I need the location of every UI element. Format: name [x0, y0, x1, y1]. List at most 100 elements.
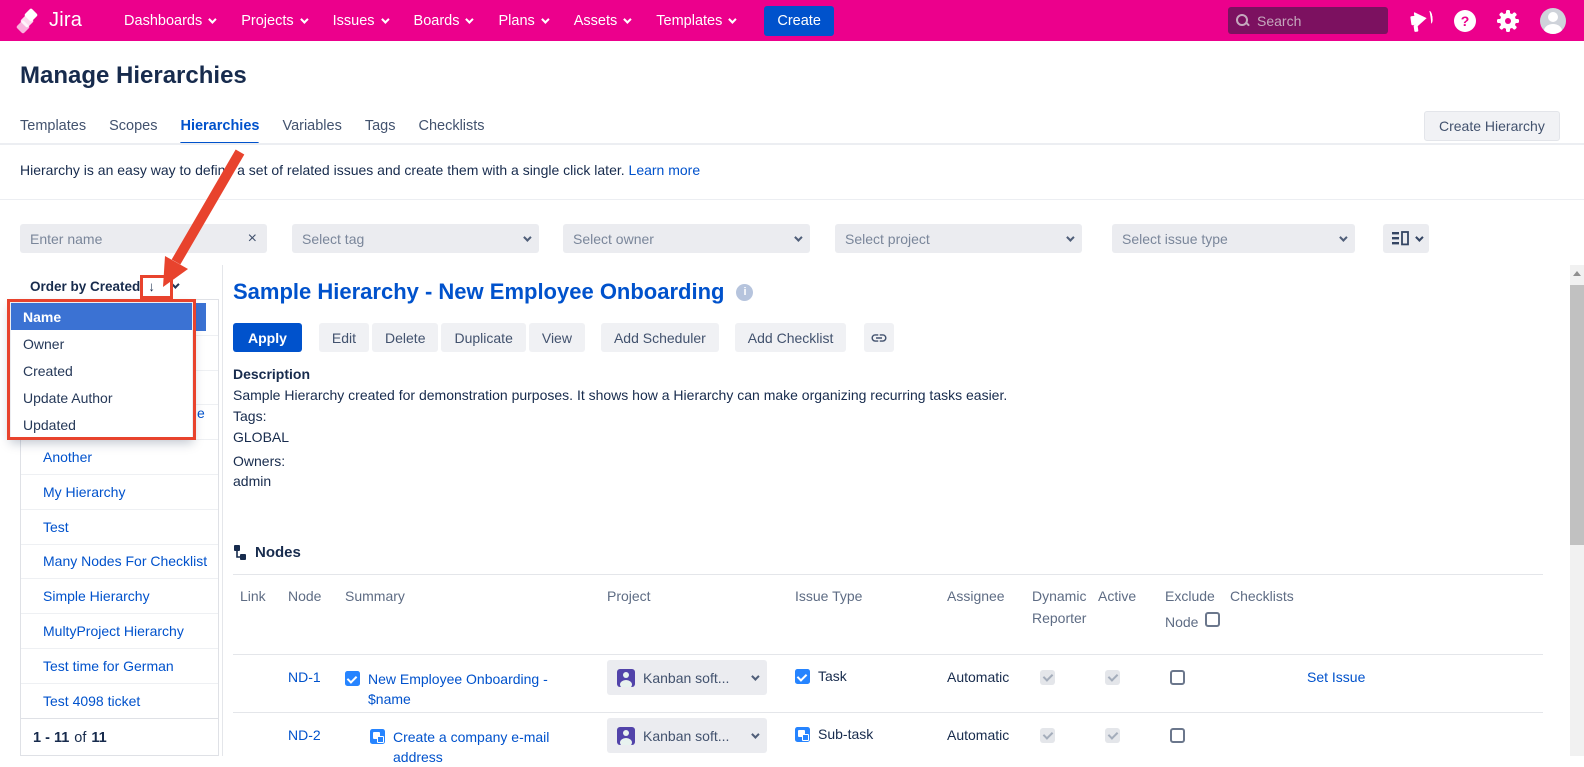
- exclude-node-cell: [1165, 660, 1230, 688]
- detail-toolbar: Apply Edit Delete Duplicate View Add Sch…: [233, 323, 894, 352]
- col-issue-type: Issue Type: [795, 585, 947, 633]
- tags-value: GLOBAL: [233, 429, 289, 445]
- table-row: ND-2 Create a company e-mail address Kan…: [233, 718, 1543, 767]
- list-item[interactable]: Test: [21, 509, 218, 544]
- owners-value: admin: [233, 473, 271, 489]
- project-cell: Kanban soft...: [607, 718, 795, 753]
- dynamic-reporter-cell: [1032, 660, 1098, 688]
- edit-button[interactable]: Edit: [319, 323, 369, 352]
- chevron-down-icon: [751, 672, 759, 680]
- scrollbar-thumb[interactable]: [1570, 285, 1584, 545]
- delete-button[interactable]: Delete: [372, 323, 438, 352]
- list-item[interactable]: My Hierarchy: [21, 474, 218, 509]
- hierarchy-detail: Sample Hierarchy - New Employee Onboardi…: [233, 0, 1553, 756]
- subtask-icon: [370, 729, 385, 744]
- set-issue-link[interactable]: Set Issue: [1230, 660, 1365, 685]
- project-avatar: [617, 727, 635, 745]
- chain-link-icon: [870, 329, 888, 347]
- subtask-icon: [795, 727, 810, 742]
- checklists-cell: Set Issue: [1230, 660, 1543, 685]
- exclude-all-checkbox[interactable]: [1205, 612, 1220, 627]
- apply-button[interactable]: Apply: [233, 323, 302, 352]
- nodes-table-header: Link Node Summary Project Issue Type Ass…: [233, 585, 1543, 633]
- annotation-box-menu: [7, 299, 196, 440]
- scroll-up-arrow-icon[interactable]: [1573, 271, 1581, 276]
- issue-type-cell: Task: [795, 660, 947, 684]
- order-by-label[interactable]: Order by Created: [30, 279, 140, 294]
- project-select[interactable]: Kanban soft...: [607, 718, 767, 753]
- add-scheduler-button[interactable]: Add Scheduler: [601, 323, 719, 352]
- list-item[interactable]: Test time for German: [21, 648, 218, 683]
- active-checkbox: [1105, 670, 1120, 685]
- pagination: 1 - 11 of 11: [21, 718, 218, 758]
- assignee-cell: Automatic: [947, 660, 1032, 685]
- project-select[interactable]: Kanban soft...: [607, 660, 767, 695]
- exclude-node-cell: [1165, 718, 1230, 746]
- summary-link[interactable]: Create a company e-mail address: [393, 727, 593, 767]
- page-title: Manage Hierarchies: [20, 62, 247, 90]
- active-checkbox: [1105, 728, 1120, 743]
- sidebar-divider: [222, 265, 223, 756]
- owners-label: Owners:: [233, 453, 285, 469]
- summary-cell: Create a company e-mail address: [345, 718, 607, 767]
- node-key-link[interactable]: ND-2: [288, 718, 345, 743]
- vertical-scrollbar[interactable]: [1570, 265, 1584, 756]
- project-avatar: [617, 669, 635, 687]
- covered-list-text-fragment: e: [197, 405, 205, 421]
- active-cell: [1098, 718, 1165, 746]
- node-key-link[interactable]: ND-1: [288, 660, 345, 685]
- hierarchy-title: Sample Hierarchy - New Employee Onboardi…: [233, 279, 753, 305]
- tab-templates[interactable]: Templates: [20, 118, 86, 143]
- copy-link-button[interactable]: [864, 323, 894, 352]
- issue-type-cell: Sub-task: [795, 718, 947, 742]
- name-filter-input[interactable]: Enter name ×: [20, 224, 267, 253]
- table-divider: [233, 712, 1543, 713]
- description-text: Sample Hierarchy created for demonstrati…: [233, 387, 1007, 403]
- list-item[interactable]: Many Nodes For Checklist: [21, 544, 218, 579]
- col-active: Active: [1098, 585, 1165, 633]
- nodes-section-header: Nodes: [233, 544, 301, 561]
- name-filter-placeholder: Enter name: [30, 231, 102, 247]
- info-icon[interactable]: i: [736, 284, 753, 301]
- col-summary: Summary: [345, 585, 607, 633]
- task-icon: [795, 669, 810, 684]
- jira-logo[interactable]: Jira: [18, 9, 82, 33]
- project-cell: Kanban soft...: [607, 660, 795, 695]
- col-exclude-node: Exclude Node: [1165, 585, 1230, 633]
- list-item[interactable]: Another: [21, 439, 218, 474]
- col-node: Node: [288, 585, 345, 633]
- list-item[interactable]: MultyProject Hierarchy: [21, 613, 218, 648]
- tree-icon: [233, 545, 248, 560]
- summary-link[interactable]: New Employee Onboarding - $name: [368, 669, 568, 709]
- col-assignee: Assignee: [947, 585, 1032, 633]
- table-row: ND-1 New Employee Onboarding - $name Kan…: [233, 660, 1543, 709]
- tags-label: Tags:: [233, 408, 266, 424]
- duplicate-button[interactable]: Duplicate: [441, 323, 525, 352]
- list-item[interactable]: Simple Hierarchy: [21, 578, 218, 613]
- table-divider: [233, 654, 1543, 655]
- action-button-group: Edit Delete Duplicate View: [319, 323, 585, 352]
- nav-dashboards[interactable]: Dashboards: [124, 13, 214, 29]
- pagination-range: 1 - 11: [33, 730, 69, 746]
- pagination-total: 11: [91, 730, 106, 746]
- view-button[interactable]: View: [529, 323, 585, 352]
- col-project: Project: [607, 585, 795, 633]
- jira-logo-icon: [18, 9, 42, 33]
- assignee-cell: Automatic: [947, 718, 1032, 743]
- dynamic-reporter-checkbox: [1040, 670, 1055, 685]
- brand-name: Jira: [49, 9, 82, 32]
- col-checklists: Checklists: [1230, 585, 1543, 633]
- exclude-node-checkbox[interactable]: [1170, 670, 1185, 685]
- summary-cell: New Employee Onboarding - $name: [345, 660, 607, 709]
- chevron-down-icon: [751, 730, 759, 738]
- table-divider: [233, 574, 1543, 575]
- annotation-box-chevron: [140, 275, 173, 299]
- list-item[interactable]: Test 4098 ticket: [21, 683, 218, 718]
- chevron-down-icon: [208, 15, 216, 23]
- col-dynamic-reporter: Dynamic Reporter: [1032, 585, 1098, 633]
- add-checklist-button[interactable]: Add Checklist: [735, 323, 847, 352]
- dynamic-reporter-checkbox: [1040, 728, 1055, 743]
- tab-scopes[interactable]: Scopes: [109, 118, 157, 143]
- exclude-node-checkbox[interactable]: [1170, 728, 1185, 743]
- active-cell: [1098, 660, 1165, 688]
